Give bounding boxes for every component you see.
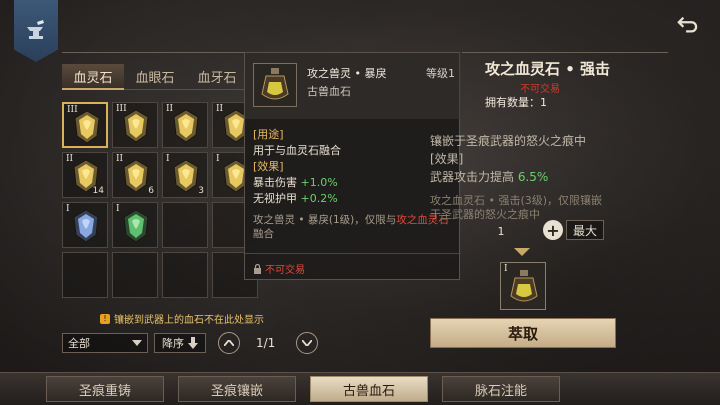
empty-slot[interactable] bbox=[62, 252, 108, 298]
warning-icon: ! bbox=[100, 313, 110, 324]
detail-trade-status: 不可交易 bbox=[520, 84, 560, 95]
empty-slot[interactable] bbox=[112, 252, 158, 298]
effect-value: +1.0% bbox=[300, 176, 338, 189]
usage-text: 用于与血灵石融合 bbox=[253, 144, 341, 157]
tooltip-body: [用途] 用于与血灵石融合 [效果] 暴击伤害 +1.0% 无视护甲 +0.2%… bbox=[253, 127, 453, 241]
effect-line: 暴击伤害 +1.0% bbox=[253, 175, 453, 191]
lock-icon bbox=[254, 263, 261, 274]
note-suffix: 融合 bbox=[253, 228, 274, 240]
effect-label: 武器攻击力提高 bbox=[430, 170, 515, 184]
empty-slot[interactable] bbox=[162, 252, 208, 298]
chevron-down-icon bbox=[132, 340, 142, 346]
tier-label: I bbox=[166, 154, 170, 164]
tooltip-item-name: 攻之兽灵 • 暴戾 bbox=[307, 67, 387, 80]
blood-stone-gem-icon bbox=[173, 159, 199, 193]
increase-button[interactable]: + bbox=[543, 220, 563, 240]
page-next-button[interactable] bbox=[296, 332, 318, 354]
gem-type-tabs: 血灵石 血眼石 血牙石 bbox=[62, 64, 248, 90]
detail-description: 镶嵌于圣痕武器的怒火之痕中 bbox=[430, 134, 587, 148]
gem-slot[interactable]: III bbox=[112, 102, 158, 148]
gem-slot[interactable]: I bbox=[112, 202, 158, 248]
tier-label: I bbox=[116, 204, 120, 214]
extract-result-slot[interactable]: I bbox=[500, 262, 546, 310]
extract-button[interactable]: 萃取 bbox=[430, 318, 616, 348]
item-count: 14 bbox=[92, 186, 104, 196]
nav-beast-blood-stone[interactable]: 古兽血石 bbox=[310, 376, 428, 402]
chevron-up-icon bbox=[224, 340, 234, 346]
tooltip-trade-status: 不可交易 bbox=[253, 261, 305, 276]
gem-slot[interactable]: I bbox=[62, 202, 108, 248]
gem-slot[interactable]: III bbox=[62, 102, 108, 148]
effect-label: 无视护甲 bbox=[253, 192, 297, 205]
beast-blood-stone-icon bbox=[261, 68, 289, 100]
item-count: 6 bbox=[148, 186, 154, 196]
sort-label: 降序 bbox=[162, 337, 184, 350]
owned-count: 拥有数量：1 bbox=[485, 94, 547, 110]
tooltip-item-level: 等级1 bbox=[426, 67, 455, 80]
detail-effect-header: [效果] bbox=[430, 152, 464, 166]
quantity-value[interactable]: 1 bbox=[462, 222, 540, 240]
gem-inventory-grid: III III II II II 14 II 6 I 3 I I I bbox=[62, 102, 258, 298]
tooltip-note: 攻之兽灵 • 暴戾(1级)，仅限与攻之血灵石融合 bbox=[253, 213, 453, 241]
arrow-down-icon bbox=[514, 248, 530, 256]
filter-value: 全部 bbox=[68, 337, 90, 350]
tier-label: I bbox=[216, 154, 220, 164]
item-count: 3 bbox=[198, 186, 204, 196]
divider bbox=[245, 253, 461, 254]
gem-slot[interactable]: I3 bbox=[162, 152, 208, 198]
item-tooltip: 攻之兽灵 • 暴戾 等级1 古兽血石 [用途] 用于与血灵石融合 [效果] 暴击… bbox=[244, 52, 461, 280]
blood-stone-gem-icon bbox=[73, 209, 99, 243]
effect-value: +0.2% bbox=[300, 192, 338, 205]
notice-text: 镶嵌到武器上的血石不在此处显示 bbox=[114, 315, 264, 326]
blood-stone-gem-icon bbox=[123, 209, 149, 243]
owned-value: 1 bbox=[540, 96, 547, 109]
detail-title: 攻之血灵石 • 强击 bbox=[485, 60, 611, 78]
tab-blood-eye-stone[interactable]: 血眼石 bbox=[124, 64, 186, 90]
anvil-icon bbox=[27, 20, 44, 39]
tooltip-item-icon bbox=[253, 63, 297, 107]
tooltip-item-type: 古兽血石 bbox=[307, 85, 351, 98]
detail-note: 于圣武器的怒火之痕中 bbox=[430, 208, 540, 221]
beast-blood-stone-icon bbox=[510, 270, 538, 302]
chevron-down-icon bbox=[302, 340, 312, 346]
usage-header: [用途] bbox=[253, 128, 284, 141]
effect-value: 6.5% bbox=[517, 170, 549, 184]
divider bbox=[62, 52, 252, 53]
blood-stone-gem-icon bbox=[74, 110, 100, 144]
owned-label: 拥有数量： bbox=[485, 96, 540, 109]
page-prev-button[interactable] bbox=[218, 332, 240, 354]
nav-stigmata-inlay[interactable]: 圣痕镶嵌 bbox=[178, 376, 296, 402]
blood-stone-gem-icon bbox=[123, 159, 149, 193]
sort-button[interactable]: 降序 bbox=[154, 333, 206, 353]
page-indicator: 1/1 bbox=[256, 336, 276, 350]
effect-header: [效果] bbox=[253, 160, 284, 173]
tier-label: I bbox=[66, 204, 70, 214]
blood-stone-gem-icon bbox=[123, 109, 149, 143]
note-prefix: 攻之兽灵 • 暴戾(1级)，仅限与 bbox=[253, 214, 397, 226]
max-button[interactable]: 最大 bbox=[566, 220, 604, 240]
blood-stone-gem-icon bbox=[173, 109, 199, 143]
effect-label: 暴击伤害 bbox=[253, 176, 297, 189]
nav-vein-stone-infuse[interactable]: 脉石注能 bbox=[442, 376, 560, 402]
detail-effect: 武器攻击力提高 6.5% bbox=[430, 168, 548, 185]
return-arrow-icon bbox=[677, 16, 698, 33]
back-button[interactable] bbox=[674, 14, 700, 36]
gem-slot[interactable]: II 6 bbox=[112, 152, 158, 198]
empty-slot[interactable] bbox=[162, 202, 208, 248]
sort-arrow-icon bbox=[188, 337, 198, 349]
tab-blood-fang-stone[interactable]: 血牙石 bbox=[186, 64, 248, 90]
effect-line: 无视护甲 +0.2% bbox=[253, 191, 453, 207]
tab-blood-spirit-stone[interactable]: 血灵石 bbox=[62, 64, 124, 90]
divider bbox=[462, 52, 668, 53]
gem-slot[interactable]: II bbox=[162, 102, 208, 148]
trade-status-text: 不可交易 bbox=[265, 265, 305, 276]
filter-dropdown[interactable]: 全部 bbox=[62, 333, 148, 353]
nav-stigmata-reforge[interactable]: 圣痕重铸 bbox=[46, 376, 164, 402]
forge-banner bbox=[14, 0, 58, 62]
inlay-notice: ! 镶嵌到武器上的血石不在此处显示 bbox=[100, 311, 264, 326]
gem-slot[interactable]: II 14 bbox=[62, 152, 108, 198]
